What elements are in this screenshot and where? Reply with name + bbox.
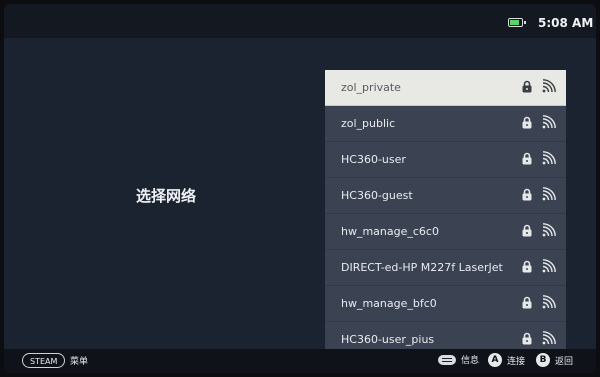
page-title: 选择网络 [136, 187, 197, 205]
network-list[interactable]: zol_private zol_public HC360-user HC360-gue… [325, 70, 566, 350]
network-item[interactable]: HC360-user_pius [325, 322, 566, 350]
network-item[interactable]: hw_manage_bfc0 [325, 286, 566, 322]
bottom-bar: STEAM 菜单 信息 A 连接 B 返回 [4, 349, 596, 373]
steam-button[interactable]: STEAM [22, 353, 66, 368]
network-icons [522, 115, 556, 129]
connect-label: 连接 [507, 356, 526, 367]
lock-icon [522, 332, 532, 344]
lock-icon [522, 260, 532, 272]
b-button-icon: B [536, 353, 550, 367]
wifi-signal-icon [542, 295, 556, 309]
info-hint[interactable]: 信息 [438, 353, 479, 366]
network-icons [522, 187, 556, 201]
menu-label: 菜单 [70, 357, 89, 367]
network-item[interactable]: DIRECT-ed-HP M227f LaserJet [325, 250, 566, 286]
lock-icon [522, 224, 532, 236]
network-icons [522, 295, 556, 309]
wifi-signal-icon [542, 331, 556, 345]
lock-icon [522, 116, 532, 128]
status-bar: 5:08 AM [4, 4, 596, 38]
menu-button-icon [438, 354, 456, 365]
back-hint[interactable]: B 返回 [536, 353, 573, 367]
network-icons [522, 79, 556, 93]
network-item[interactable]: zol_private [325, 70, 566, 106]
battery-icon [508, 18, 526, 27]
lock-icon [522, 188, 532, 200]
network-item[interactable]: hw_manage_c6c0 [325, 214, 566, 250]
network-icons [522, 331, 556, 345]
network-item[interactable]: HC360-user [325, 142, 566, 178]
wifi-signal-icon [542, 223, 556, 237]
back-label: 返回 [555, 356, 574, 367]
wifi-signal-icon [542, 187, 556, 201]
a-button-icon: A [488, 353, 502, 367]
lock-icon [522, 152, 532, 164]
wifi-signal-icon [542, 259, 556, 273]
network-icons [522, 151, 556, 165]
network-icons [522, 259, 556, 273]
info-label: 信息 [461, 356, 480, 366]
clock: 5:08 AM [538, 16, 594, 30]
wifi-signal-icon [542, 79, 556, 93]
lock-icon [522, 80, 532, 92]
network-item[interactable]: HC360-guest [325, 178, 566, 214]
wifi-signal-icon [542, 151, 556, 165]
lock-icon [522, 296, 532, 308]
network-item[interactable]: zol_public [325, 106, 566, 142]
connect-hint[interactable]: A 连接 [488, 353, 525, 367]
wifi-signal-icon [542, 115, 556, 129]
screen: 5:08 AM 选择网络 zol_private zol_public HC360-… [4, 4, 596, 373]
network-icons [522, 223, 556, 237]
